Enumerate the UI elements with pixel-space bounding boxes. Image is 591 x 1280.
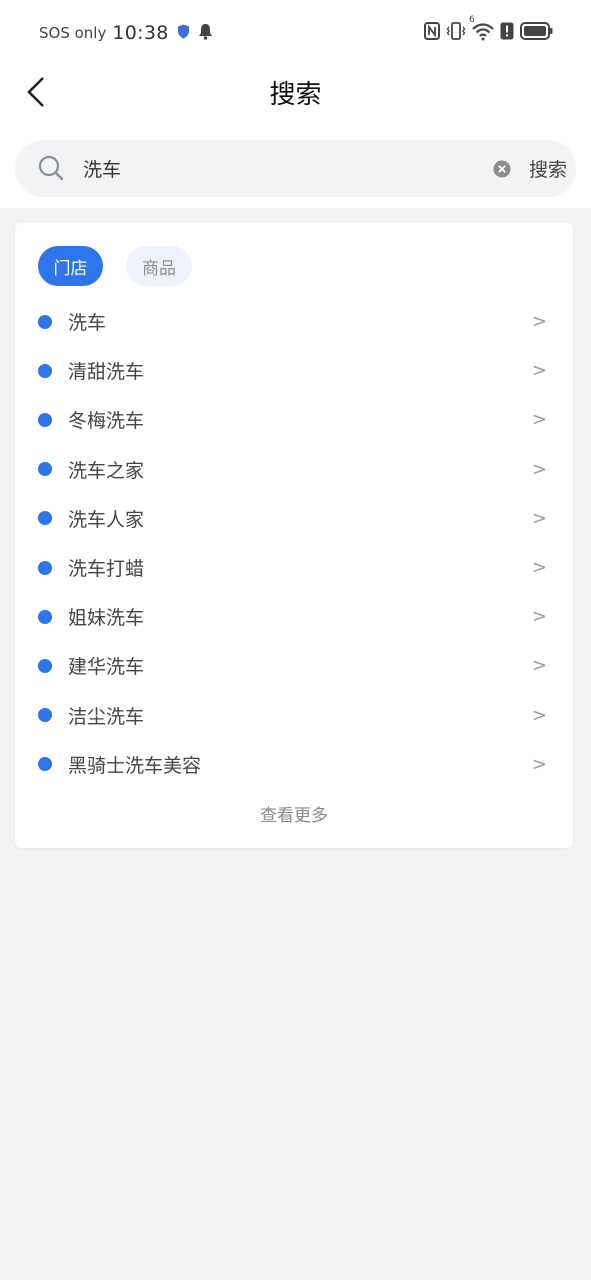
page-title: 搜索 xyxy=(269,80,322,110)
list-item[interactable]: 姐妹洗车 > xyxy=(15,592,573,641)
chevron-right-icon: > xyxy=(531,360,547,382)
clear-icon[interactable] xyxy=(493,160,511,178)
chevron-right-icon: > xyxy=(531,458,547,480)
header-area: SOS only 10:38 6 搜索 洗车 搜索 xyxy=(0,0,591,208)
bullet-dot xyxy=(38,757,52,772)
chevron-right-icon: > xyxy=(531,311,547,333)
chevron-right-icon: > xyxy=(531,655,547,677)
shield-icon xyxy=(177,24,190,43)
search-submit-button[interactable]: 搜索 xyxy=(529,155,567,182)
list-item-label: 洗车打蜡 xyxy=(68,558,145,581)
clock: 10:38 xyxy=(112,22,169,44)
bullet-dot xyxy=(38,609,52,624)
nfc-icon xyxy=(424,22,440,44)
carrier-label: SOS only xyxy=(39,24,107,42)
list-item-label: 冬梅洗车 xyxy=(68,410,145,433)
list-item[interactable]: 洁尘洗车 > xyxy=(15,691,573,740)
list-item[interactable]: 洗车人家 > xyxy=(15,494,573,543)
bullet-dot xyxy=(38,412,52,427)
tab-stores[interactable]: 门店 xyxy=(38,246,103,286)
bullet-dot xyxy=(38,511,52,526)
chevron-right-icon: > xyxy=(531,606,547,628)
view-more-link[interactable]: 查看更多 xyxy=(15,801,573,826)
chevron-right-icon: > xyxy=(531,704,547,726)
wifi-icon: 6 xyxy=(469,15,494,45)
battery-icon xyxy=(520,22,553,44)
bell-icon xyxy=(198,23,213,44)
vibrate-icon xyxy=(446,21,466,45)
bullet-dot xyxy=(38,363,52,378)
list-item[interactable]: 清甜洗车 > xyxy=(15,346,573,395)
chevron-right-icon: > xyxy=(531,557,547,579)
search-input[interactable] xyxy=(83,152,463,185)
list-item-label: 建华洗车 xyxy=(68,656,145,679)
search-bar: 搜索 xyxy=(15,140,576,197)
list-item-label: 洗车人家 xyxy=(68,508,145,531)
status-bar: SOS only 10:38 6 xyxy=(0,0,591,66)
alert-icon xyxy=(500,22,514,44)
bullet-dot xyxy=(38,708,52,723)
list-item-label: 清甜洗车 xyxy=(68,361,145,384)
list-item-label: 洁尘洗车 xyxy=(68,705,145,728)
tab-products[interactable]: 商品 xyxy=(126,246,192,286)
wifi-badge: 6 xyxy=(469,15,475,25)
list-item[interactable]: 洗车 > xyxy=(15,297,573,346)
list-item-label: 黑骑士洗车美容 xyxy=(68,754,202,777)
list-item-label: 洗车之家 xyxy=(68,459,145,482)
results-list: 洗车 > 清甜洗车 > 冬梅洗车 > 洗车之家 > 洗车人家 > 洗车打蜡 > 姐妹洗车 > … xyxy=(15,297,573,789)
list-item[interactable]: 洗车打蜡 > xyxy=(15,543,573,592)
search-icon xyxy=(37,154,65,182)
list-item-label: 洗车 xyxy=(68,312,107,335)
results-card: 门店 商品 洗车 > 清甜洗车 > 冬梅洗车 > 洗车之家 > 洗车人家 > 洗车打蜡 > … xyxy=(15,223,573,848)
list-item[interactable]: 建华洗车 > xyxy=(15,641,573,690)
tab-bar: 门店 商品 xyxy=(38,246,192,286)
list-item[interactable]: 冬梅洗车 > xyxy=(15,395,573,444)
bullet-dot xyxy=(38,462,52,477)
chevron-right-icon: > xyxy=(531,409,547,431)
bullet-dot xyxy=(38,560,52,575)
nav-bar: 搜索 xyxy=(0,66,591,118)
chevron-right-icon: > xyxy=(531,507,547,529)
list-item[interactable]: 黑骑士洗车美容 > xyxy=(15,740,573,789)
list-item-label: 姐妹洗车 xyxy=(68,607,145,630)
chevron-right-icon: > xyxy=(531,753,547,775)
bullet-dot xyxy=(38,658,52,673)
bullet-dot xyxy=(38,314,52,329)
list-item[interactable]: 洗车之家 > xyxy=(15,445,573,494)
